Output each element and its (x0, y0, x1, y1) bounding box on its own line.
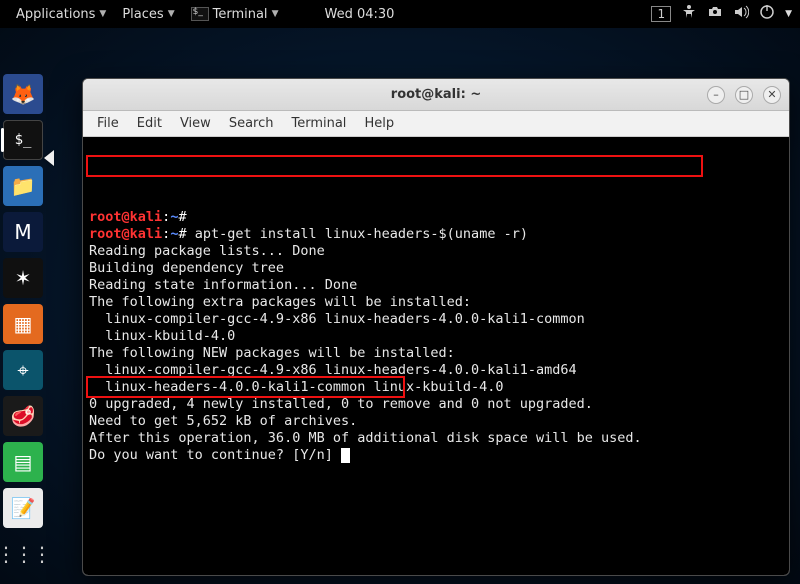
window-title: root@kali: ~ (83, 87, 789, 102)
output-line: linux-compiler-gcc-4.9-x86 linux-headers… (89, 311, 783, 328)
output-line: linux-compiler-gcc-4.9-x86 linux-headers… (89, 362, 783, 379)
output-line: linux-kbuild-4.0 (89, 328, 783, 345)
dock-item-burp[interactable]: ▦ (3, 304, 43, 344)
dock-item-iceweasel[interactable]: 🦊 (3, 74, 43, 114)
applications-menu[interactable]: Applications ▼ (8, 7, 114, 22)
output-line: The following extra packages will be ins… (89, 294, 783, 311)
places-label: Places (122, 7, 163, 22)
applications-label: Applications (16, 7, 95, 22)
output-line: After this operation, 36.0 MB of additio… (89, 430, 783, 447)
output-line: Do you want to continue? [Y/n] (89, 447, 783, 464)
dock-item-files[interactable]: 📁 (3, 166, 43, 206)
menubar: FileEditViewSearchTerminalHelp (83, 111, 789, 137)
top-panel: Applications ▼ Places ▼ $_ Terminal ▼ We… (0, 0, 800, 28)
terminal-icon: $_ (191, 7, 209, 21)
dock-item-leafpad[interactable]: 📝 (3, 488, 43, 528)
terminal-body[interactable]: root@kali:~# root@kali:~# apt-get instal… (83, 137, 789, 575)
dock-item-metasploit[interactable]: M (3, 212, 43, 252)
power-icon[interactable] (759, 4, 775, 24)
menu-help[interactable]: Help (356, 114, 402, 133)
menu-terminal[interactable]: Terminal (283, 114, 354, 133)
system-tray: 1 ▼ (651, 4, 792, 24)
clock-label: Wed 04:30 (324, 7, 394, 22)
menu-view[interactable]: View (172, 114, 219, 133)
dock-item-show-apps[interactable]: ⋮⋮⋮ (3, 534, 43, 574)
accessibility-icon[interactable] (681, 4, 697, 24)
dock-item-maltego[interactable]: ⌖ (3, 350, 43, 390)
menu-edit[interactable]: Edit (129, 114, 170, 133)
dock-item-armitage[interactable]: ✶ (3, 258, 43, 298)
output-line: Reading state information... Done (89, 277, 783, 294)
dock-item-terminal[interactable]: $_ (3, 120, 43, 160)
command-line: root@kali:~# apt-get install linux-heade… (89, 226, 783, 243)
terminal-app-menu[interactable]: $_ Terminal ▼ (183, 7, 287, 22)
volume-icon[interactable] (733, 4, 749, 24)
dock-item-faraday[interactable]: ▤ (3, 442, 43, 482)
cursor (341, 448, 350, 463)
clock[interactable]: Wed 04:30 (316, 7, 402, 22)
terminal-window: root@kali: ~ – □ ✕ FileEditViewSearchTer… (82, 78, 790, 576)
minimize-button[interactable]: – (707, 86, 725, 104)
titlebar[interactable]: root@kali: ~ – □ ✕ (83, 79, 789, 111)
output-line: 0 upgraded, 4 newly installed, 0 to remo… (89, 396, 783, 413)
close-button[interactable]: ✕ (763, 86, 781, 104)
terminal-label: Terminal (213, 7, 268, 22)
highlight-command (86, 155, 703, 177)
chevron-down-icon[interactable]: ▼ (785, 9, 792, 19)
chevron-down-icon: ▼ (99, 9, 106, 19)
output-line: Reading package lists... Done (89, 243, 783, 260)
menu-file[interactable]: File (89, 114, 127, 133)
output-line: Building dependency tree (89, 260, 783, 277)
menu-search[interactable]: Search (221, 114, 282, 133)
command-text: apt-get install linux-headers-$(uname -r… (195, 226, 528, 242)
output-line: The following NEW packages will be insta… (89, 345, 783, 362)
dock-active-pointer (44, 150, 54, 166)
maximize-button[interactable]: □ (735, 86, 753, 104)
output-line: Need to get 5,652 kB of archives. (89, 413, 783, 430)
workspace-indicator[interactable]: 1 (651, 6, 671, 22)
output-line: linux-headers-4.0.0-kali1-common linux-k… (89, 379, 783, 396)
chevron-down-icon: ▼ (168, 9, 175, 19)
prompt-line: root@kali:~# (89, 209, 783, 226)
dock-item-beef[interactable]: 🥩 (3, 396, 43, 436)
dock: 🦊 $_ 📁 M ✶ ▦ ⌖ 🥩 ▤ 📝 ⋮⋮⋮ (0, 70, 46, 578)
places-menu[interactable]: Places ▼ (114, 7, 182, 22)
camera-icon[interactable] (707, 4, 723, 24)
chevron-down-icon: ▼ (272, 9, 279, 19)
